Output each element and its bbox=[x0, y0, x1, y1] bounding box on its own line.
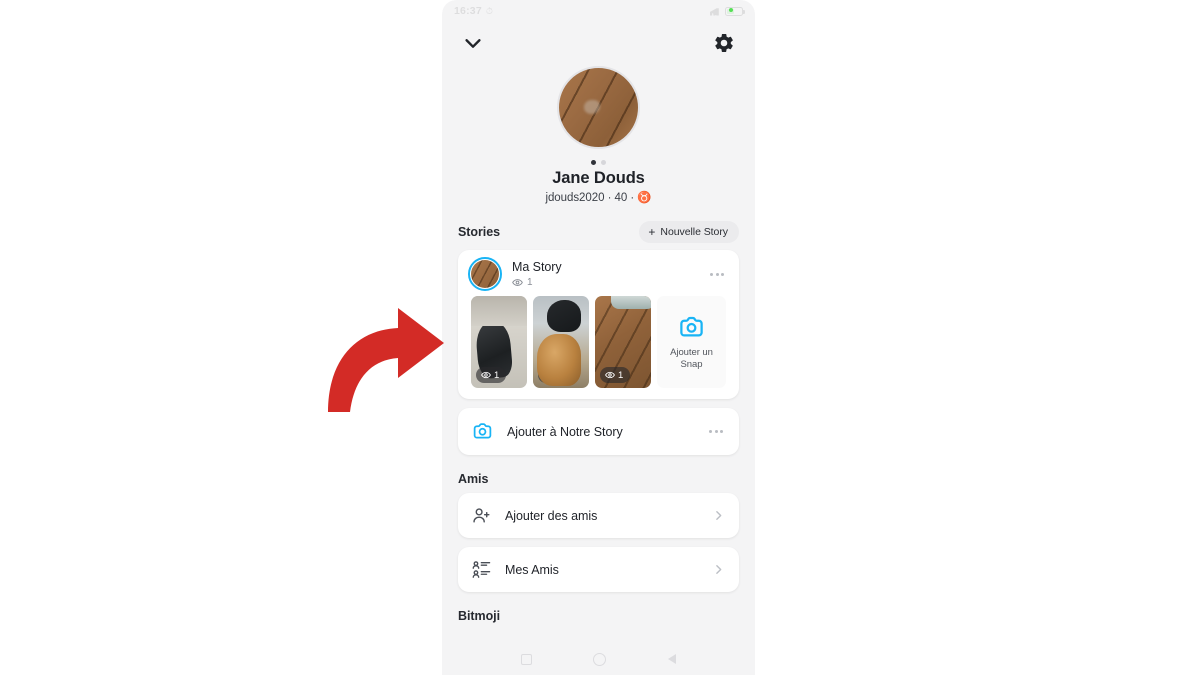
add-to-our-story-label: Ajouter à Notre Story bbox=[507, 424, 623, 439]
camera-icon bbox=[680, 316, 703, 337]
snap-view-count: 1 bbox=[618, 369, 624, 381]
my-story-views: 1 bbox=[512, 277, 708, 288]
stories-section-header: Stories + Nouvelle Story bbox=[442, 221, 755, 243]
profile-carousel-dots bbox=[591, 160, 606, 165]
status-bar: 16:37 ⏱ bbox=[442, 0, 755, 22]
eye-icon bbox=[543, 371, 553, 379]
square-icon[interactable] bbox=[520, 653, 532, 665]
add-snap-label: Ajouter un Snap bbox=[670, 346, 713, 370]
signal-bars-icon bbox=[710, 8, 719, 16]
status-bar-clock: 16:37 bbox=[454, 5, 482, 17]
add-person-icon bbox=[473, 508, 490, 523]
chevron-right-icon bbox=[716, 511, 722, 520]
profile-avatar[interactable] bbox=[557, 66, 640, 149]
battery-charge-dot bbox=[729, 8, 733, 12]
new-story-button[interactable]: + Nouvelle Story bbox=[639, 221, 739, 243]
snap-view-badge: 1 bbox=[476, 367, 507, 383]
carousel-dot-1[interactable] bbox=[591, 160, 596, 165]
add-friends-label: Ajouter des amis bbox=[505, 508, 598, 523]
red-arrow-annotation bbox=[328, 308, 444, 412]
friends-list-icon bbox=[472, 561, 491, 578]
status-bar-left: 16:37 ⏱ bbox=[454, 5, 493, 17]
my-story-text: Ma Story 1 bbox=[512, 260, 708, 288]
bitmoji-section-header: Bitmoji bbox=[442, 609, 755, 623]
profile-display-name: Jane Douds bbox=[552, 169, 645, 187]
add-friends-row[interactable]: Ajouter des amis bbox=[458, 493, 739, 538]
chevron-down-icon[interactable] bbox=[462, 32, 484, 54]
gear-icon[interactable] bbox=[713, 32, 735, 54]
my-story-title: Ma Story bbox=[512, 260, 562, 274]
system-navigation-bar bbox=[442, 643, 755, 675]
status-bar-right bbox=[710, 6, 745, 16]
snap-strip: 1 1 1 Ajouter un Snap bbox=[458, 296, 739, 399]
circle-icon[interactable] bbox=[592, 652, 606, 666]
snap-view-badge: 1 bbox=[538, 367, 569, 383]
snap-thumbnail-2[interactable]: 1 bbox=[533, 296, 589, 388]
my-story-avatar[interactable] bbox=[467, 256, 503, 292]
my-friends-card: Mes Amis bbox=[458, 547, 739, 592]
eye-icon bbox=[605, 371, 615, 379]
add-friends-card: Ajouter des amis bbox=[458, 493, 739, 538]
more-options-icon[interactable] bbox=[708, 267, 726, 282]
profile-handle-line: jdouds2020 · 40 · ♉ bbox=[545, 192, 652, 204]
my-friends-label: Mes Amis bbox=[505, 562, 559, 577]
snap-view-count: 1 bbox=[556, 369, 562, 381]
app-header bbox=[442, 22, 755, 64]
my-story-view-count: 1 bbox=[527, 277, 533, 288]
snap-thumbnail-3[interactable]: 1 bbox=[595, 296, 651, 388]
triangle-back-icon[interactable] bbox=[667, 653, 677, 665]
profile-section: Jane Douds jdouds2020 · 40 · ♉ bbox=[442, 64, 755, 204]
phone-screen: 16:37 ⏱ Jane Douds jdouds2020 · 40 · ♉ S… bbox=[442, 0, 755, 675]
new-story-label: Nouvelle Story bbox=[660, 226, 728, 238]
our-story-card: Ajouter à Notre Story bbox=[458, 408, 739, 455]
snap-view-count: 1 bbox=[494, 369, 500, 381]
friends-section-title: Amis bbox=[458, 472, 489, 486]
friends-section-header: Amis bbox=[442, 472, 755, 486]
eye-icon bbox=[481, 371, 491, 379]
my-story-row[interactable]: Ma Story 1 bbox=[458, 250, 739, 296]
eye-icon bbox=[512, 279, 523, 286]
camera-icon bbox=[473, 423, 492, 439]
battery-icon bbox=[725, 6, 745, 16]
add-snap-button[interactable]: Ajouter un Snap bbox=[657, 296, 726, 388]
more-options-icon[interactable] bbox=[707, 424, 725, 439]
snap-thumbnail-1[interactable]: 1 bbox=[471, 296, 527, 388]
alarm-icon: ⏱ bbox=[485, 5, 493, 16]
carousel-dot-2[interactable] bbox=[601, 160, 606, 165]
snap-view-badge: 1 bbox=[600, 367, 631, 383]
my-friends-row[interactable]: Mes Amis bbox=[458, 547, 739, 592]
add-to-our-story-row[interactable]: Ajouter à Notre Story bbox=[458, 408, 739, 455]
bitmoji-section-title: Bitmoji bbox=[458, 609, 501, 623]
chevron-right-icon bbox=[716, 565, 722, 574]
my-story-card: Ma Story 1 1 1 1 Ajouter un Snap bbox=[458, 250, 739, 399]
stories-section-title: Stories bbox=[458, 225, 501, 239]
plus-icon: + bbox=[648, 225, 656, 239]
